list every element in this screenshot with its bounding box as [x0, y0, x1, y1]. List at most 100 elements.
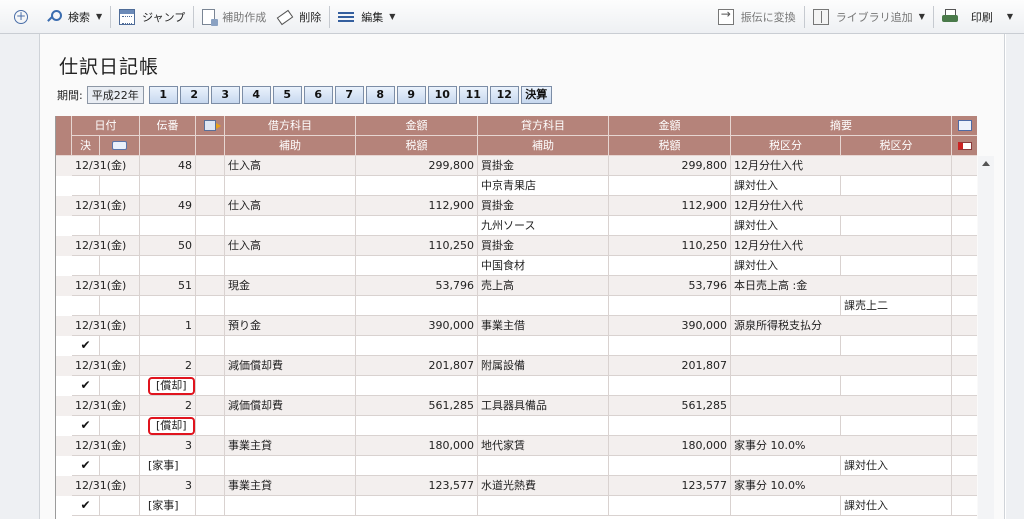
credit-tax-cell[interactable]: [609, 296, 731, 316]
summary-cell[interactable]: 12月分仕入代: [731, 236, 952, 256]
delete-button[interactable]: 削除: [271, 4, 326, 30]
attachment-cell[interactable]: [100, 256, 140, 276]
edit-menu-button[interactable]: 編集 ▼: [333, 4, 400, 30]
blank-cell[interactable]: [196, 416, 225, 436]
month-button-8[interactable]: 8: [365, 86, 395, 104]
date-cell[interactable]: 12/31(金): [72, 356, 140, 376]
journal-entry[interactable]: 12/31(金) 48 仕入高 299,800 買掛金 299,800 12月分仕入代 中京青…: [56, 156, 977, 196]
expand-plus-icon[interactable]: +: [14, 9, 28, 24]
memo-cell[interactable]: [952, 196, 977, 216]
tax-class-cell-1[interactable]: [731, 296, 841, 316]
credit-amount-cell[interactable]: 390,000: [609, 316, 731, 336]
extra-cell[interactable]: [952, 376, 977, 396]
credit-sub-cell[interactable]: [478, 496, 609, 516]
credit-amount-cell[interactable]: 53,796: [609, 276, 731, 296]
blank-cell[interactable]: [196, 496, 225, 516]
chevron-down-icon[interactable]: ▼: [919, 12, 925, 21]
credit-tax-cell[interactable]: [609, 456, 731, 476]
debit-sub-cell[interactable]: [225, 496, 356, 516]
settle-check-cell[interactable]: [72, 216, 100, 236]
voucher-tag-cell[interactable]: [家事]: [140, 496, 196, 516]
debit-sub-cell[interactable]: [225, 296, 356, 316]
attachment-cell[interactable]: [100, 336, 140, 356]
month-button-12[interactable]: 12: [489, 86, 519, 104]
extra-cell[interactable]: [952, 416, 977, 436]
chevron-down-icon[interactable]: ▼: [1007, 12, 1013, 21]
date-cell[interactable]: 12/31(金): [72, 196, 140, 216]
flag-cell[interactable]: [196, 396, 225, 416]
flag-cell[interactable]: [196, 476, 225, 496]
debit-tax-cell[interactable]: [356, 496, 478, 516]
settle-check-cell[interactable]: [72, 296, 100, 316]
tax-class-cell-1[interactable]: [731, 456, 841, 476]
voucher-no-cell[interactable]: 3: [140, 436, 196, 456]
credit-amount-cell[interactable]: 180,000: [609, 436, 731, 456]
debit-account-cell[interactable]: 減価償却費: [225, 396, 356, 416]
date-cell[interactable]: 12/31(金): [72, 276, 140, 296]
month-button-6[interactable]: 6: [303, 86, 333, 104]
attachment-cell[interactable]: [100, 176, 140, 196]
voucher-no-cell[interactable]: 1: [140, 316, 196, 336]
voucher-tag-cell[interactable]: [140, 256, 196, 276]
journal-entry[interactable]: 12/31(金) 3 事業主貸 123,577 水道光熱費 123,577 家事分 10.0…: [56, 476, 977, 516]
summary-cell[interactable]: 12月分仕入代: [731, 196, 952, 216]
debit-tax-header[interactable]: 税額: [356, 136, 478, 156]
tax-class-cell-2[interactable]: [841, 416, 952, 436]
summary-cell[interactable]: 源泉所得税支払分: [731, 316, 952, 336]
credit-account-header[interactable]: 貸方科目: [478, 116, 609, 136]
attachment-cell[interactable]: [100, 496, 140, 516]
journal-entry[interactable]: 12/31(金) 2 減価償却費 561,285 工具器具備品 561,285 ✔ [償却]: [56, 396, 977, 436]
column-settings-button[interactable]: [196, 116, 225, 136]
flag-button[interactable]: [952, 136, 977, 156]
voucher-tag-cell[interactable]: [140, 336, 196, 356]
journal-entry[interactable]: 12/31(金) 2 減価償却費 201,807 附属設備 201,807 ✔ [償却]: [56, 356, 977, 396]
memo-cell[interactable]: [952, 316, 977, 336]
flag-cell[interactable]: [196, 436, 225, 456]
blank-cell[interactable]: [196, 216, 225, 236]
month-button-9[interactable]: 9: [396, 86, 426, 104]
summary-header[interactable]: 摘要: [731, 116, 952, 136]
attachment-cell[interactable]: [100, 376, 140, 396]
tax-class-cell-2[interactable]: [841, 336, 952, 356]
date-cell[interactable]: 12/31(金): [72, 396, 140, 416]
memo-cell[interactable]: [952, 356, 977, 376]
debit-amount-cell[interactable]: 201,807: [356, 356, 478, 376]
debit-tax-cell[interactable]: [356, 376, 478, 396]
scroll-up-icon[interactable]: [982, 161, 990, 166]
credit-account-cell[interactable]: 買掛金: [478, 156, 609, 176]
voucher-no-cell[interactable]: 50: [140, 236, 196, 256]
voucher-tag-cell[interactable]: [140, 216, 196, 236]
debit-amount-cell[interactable]: 561,285: [356, 396, 478, 416]
credit-sub-cell[interactable]: [478, 296, 609, 316]
voucher-tag-cell[interactable]: [償却]: [140, 376, 196, 396]
date-cell[interactable]: 12/31(金): [72, 156, 140, 176]
tax-class-cell-1[interactable]: [731, 376, 841, 396]
tax-class-cell-2[interactable]: 課対仕入: [841, 496, 952, 516]
debit-account-cell[interactable]: 仕入高: [225, 236, 356, 256]
journal-entry[interactable]: 12/31(金) 50 仕入高 110,250 買掛金 110,250 12月分仕入代 中国食…: [56, 236, 977, 276]
voucher-no-cell[interactable]: 51: [140, 276, 196, 296]
voucher-tag-cell[interactable]: [家事]: [140, 456, 196, 476]
credit-tax-cell[interactable]: [609, 256, 731, 276]
month-button-7[interactable]: 7: [334, 86, 364, 104]
chevron-down-icon[interactable]: ▼: [96, 12, 102, 21]
credit-amount-cell[interactable]: 561,285: [609, 396, 731, 416]
month-button-4[interactable]: 4: [241, 86, 271, 104]
credit-account-cell[interactable]: 事業主借: [478, 316, 609, 336]
extra-cell[interactable]: [952, 296, 977, 316]
tax-class-header-2[interactable]: 税区分: [841, 136, 952, 156]
blank-cell[interactable]: [196, 456, 225, 476]
extra-cell[interactable]: [952, 336, 977, 356]
credit-amount-header[interactable]: 金額: [609, 116, 731, 136]
flag-cell[interactable]: [196, 316, 225, 336]
settle-header[interactable]: 決: [72, 136, 100, 156]
flag-cell[interactable]: [196, 156, 225, 176]
summary-cell[interactable]: 家事分 10.0%: [731, 436, 952, 456]
tax-class-cell-2[interactable]: [841, 376, 952, 396]
summary-cell[interactable]: [731, 396, 952, 416]
debit-amount-cell[interactable]: 112,900: [356, 196, 478, 216]
credit-sub-cell[interactable]: [478, 456, 609, 476]
credit-account-cell[interactable]: 附属設備: [478, 356, 609, 376]
add-library-button[interactable]: ライブラリ追加 ▼: [808, 4, 930, 30]
print-button[interactable]: 印刷 ▼: [937, 4, 1018, 30]
